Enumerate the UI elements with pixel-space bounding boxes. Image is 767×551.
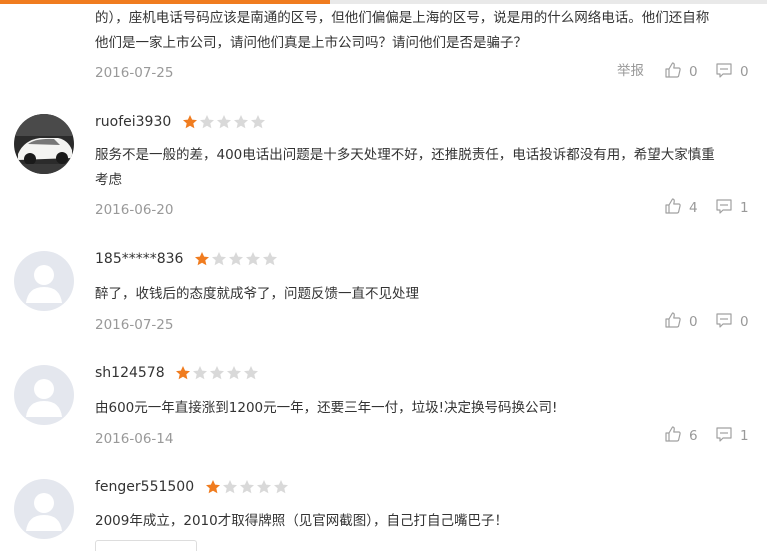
star-rating — [194, 251, 279, 267]
star-empty-icon — [273, 479, 289, 495]
star-empty-icon — [226, 365, 242, 381]
username-text: ruofei3930 — [95, 114, 172, 130]
star-empty-icon — [199, 114, 215, 130]
review-content: 的），座机电话号码应该是南通的区号，但他们偏偏是上海的区号，说是用的什么网络电话… — [95, 6, 755, 56]
default-user-avatar — [14, 365, 74, 425]
user-avatar[interactable] — [14, 251, 74, 311]
thumbs-up-icon — [664, 425, 682, 443]
top-progress-bar — [0, 0, 767, 4]
more-button[interactable] — [95, 540, 197, 551]
review-date: 2016-07-25 — [95, 65, 174, 81]
user-avatar[interactable] — [14, 114, 74, 174]
review-content-line: 由600元一年直接涨到1200元一年，还要三年一付，垃圾!决定换号码换公司! — [95, 400, 558, 416]
review-content: 服务不是一般的差，400电话出问题是十多天处理不好，还推脱责任，电话投诉都没有用… — [95, 143, 755, 193]
like-button[interactable]: 6 — [664, 425, 698, 445]
review-username[interactable]: fenger551500 — [95, 477, 290, 497]
review-content-line: 他们是一家上市公司，请问他们真是上市公司吗？请问他们是否是骗子？ — [95, 35, 527, 51]
star-rating — [182, 114, 267, 130]
review-username[interactable]: ruofei3930 — [95, 112, 267, 132]
star-empty-icon — [211, 251, 227, 267]
star-filled-icon — [182, 114, 198, 130]
comment-button[interactable]: 0 — [715, 311, 749, 331]
comment-bubble-icon — [715, 311, 733, 329]
star-empty-icon — [233, 114, 249, 130]
star-empty-icon — [239, 479, 255, 495]
like-count: 4 — [689, 200, 698, 216]
like-count: 0 — [689, 64, 698, 80]
star-filled-icon — [194, 251, 210, 267]
comment-count: 1 — [740, 428, 749, 444]
comment-button[interactable]: 1 — [715, 425, 749, 445]
review-username[interactable]: sh124578 — [95, 363, 260, 383]
review-content: 2009年成立，2010才取得牌照（见官网截图），自己打自己嘴巴子！ — [95, 509, 755, 534]
comment-bubble-icon — [715, 197, 733, 215]
star-empty-icon — [192, 365, 208, 381]
review-date: 2016-07-25 — [95, 317, 174, 333]
star-empty-icon — [216, 114, 232, 130]
username-text: fenger551500 — [95, 479, 195, 495]
review-content-line: 考虑 — [95, 172, 122, 188]
comment-button[interactable]: 1 — [715, 197, 749, 217]
star-filled-icon — [175, 365, 191, 381]
star-empty-icon — [209, 365, 225, 381]
thumbs-up-icon — [664, 61, 682, 79]
car-photo-avatar — [14, 114, 74, 174]
review-date: 2016-06-14 — [95, 431, 174, 447]
like-count: 6 — [689, 428, 698, 444]
thumbs-up-icon — [664, 311, 682, 329]
comment-count: 0 — [740, 64, 749, 80]
star-empty-icon — [222, 479, 238, 495]
comment-bubble-icon — [715, 61, 733, 79]
review-content-line: 的），座机电话号码应该是南通的区号，但他们偏偏是上海的区号，说是用的什么网络电话… — [95, 10, 710, 26]
report-button[interactable]: 举报 — [617, 61, 644, 81]
comment-bubble-icon — [715, 425, 733, 443]
star-empty-icon — [228, 251, 244, 267]
default-user-avatar — [14, 251, 74, 311]
username-text: 185*****836 — [95, 251, 184, 267]
comment-button[interactable]: 0 — [715, 61, 749, 81]
review-username[interactable]: 185*****836 — [95, 249, 279, 269]
review-content-line: 服务不是一般的差，400电话出问题是十多天处理不好，还推脱责任，电话投诉都没有用… — [95, 147, 715, 163]
like-button[interactable]: 4 — [664, 197, 698, 217]
username-text: sh124578 — [95, 365, 165, 381]
star-empty-icon — [245, 251, 261, 267]
review-date: 2016-06-20 — [95, 202, 174, 218]
review-content: 醉了，收钱后的态度就成爷了，问题反馈一直不见处理 — [95, 282, 755, 307]
star-empty-icon — [256, 479, 272, 495]
comment-count: 1 — [740, 200, 749, 216]
top-bar-track — [330, 0, 767, 4]
star-empty-icon — [250, 114, 266, 130]
user-avatar[interactable] — [14, 365, 74, 425]
star-filled-icon — [205, 479, 221, 495]
thumbs-up-icon — [664, 197, 682, 215]
like-button[interactable]: 0 — [664, 61, 698, 81]
review-content-line: 醉了，收钱后的态度就成爷了，问题反馈一直不见处理 — [95, 286, 419, 302]
like-count: 0 — [689, 314, 698, 330]
review-content-line: 2009年成立，2010才取得牌照（见官网截图），自己打自己嘴巴子！ — [95, 513, 508, 529]
default-user-avatar — [14, 479, 74, 539]
comment-count: 0 — [740, 314, 749, 330]
like-button[interactable]: 0 — [664, 311, 698, 331]
star-empty-icon — [262, 251, 278, 267]
user-avatar[interactable] — [14, 479, 74, 539]
top-bar-accent — [0, 0, 330, 4]
star-rating — [205, 479, 290, 495]
star-rating — [175, 365, 260, 381]
star-empty-icon — [243, 365, 259, 381]
review-content: 由600元一年直接涨到1200元一年，还要三年一付，垃圾!决定换号码换公司! — [95, 396, 755, 421]
